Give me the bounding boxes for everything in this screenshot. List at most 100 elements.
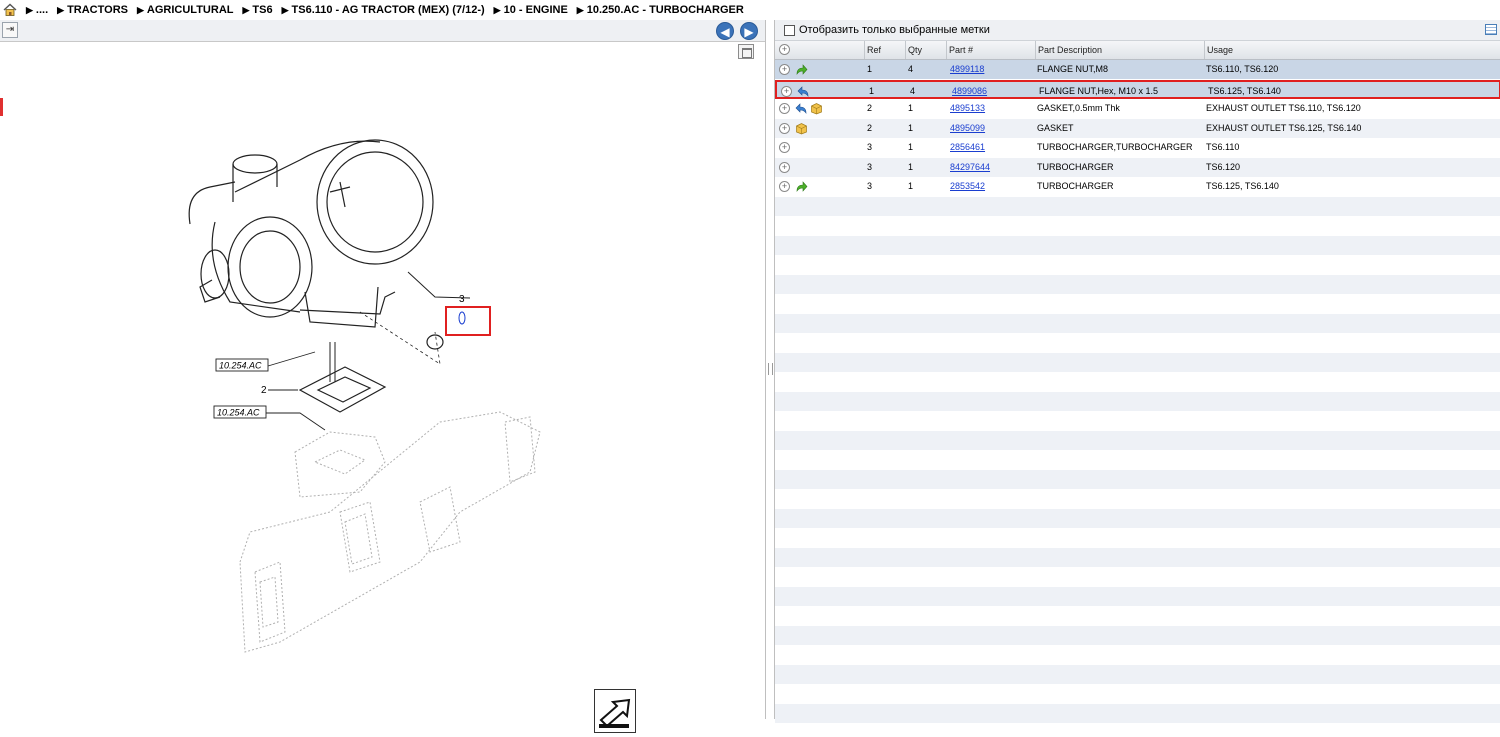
breadcrumb-item-turbocharger[interactable]: ▶ 10.250.AC - TURBOCHARGER xyxy=(577,4,744,16)
table-row[interactable]: +3 1 84297644 TURBOCHARGER TS6.120 xyxy=(775,157,1500,177)
previous-page-button[interactable]: ◀ xyxy=(716,22,734,40)
empty-row xyxy=(775,489,1500,508)
cell-part-number[interactable]: 2853542 xyxy=(950,177,985,196)
column-header-usage[interactable]: Usage xyxy=(1204,41,1233,59)
empty-row xyxy=(775,567,1500,586)
box-icon[interactable] xyxy=(810,102,823,115)
empty-row xyxy=(775,528,1500,547)
expand-row-icon[interactable]: + xyxy=(781,85,792,97)
cell-description: GASKET,0.5mm Thk xyxy=(1037,103,1120,113)
breadcrumb-item-engine[interactable]: ▶ 10 - ENGINE xyxy=(494,4,568,16)
cell-qty: 1 xyxy=(908,103,914,113)
cell-qty: 4 xyxy=(910,85,916,96)
blue-arrow-icon[interactable] xyxy=(795,102,808,115)
expand-row-icon[interactable]: + xyxy=(779,103,790,114)
cell-qty: 1 xyxy=(908,161,914,172)
diagram-panel: ⇥ ◀ ▶ 3 2 10.254.AC 10.254.AC xyxy=(0,20,766,733)
empty-row xyxy=(775,235,1500,255)
expand-row-icon[interactable]: + xyxy=(779,142,790,153)
exhaust-manifold-part xyxy=(239,411,541,653)
diagram-toolbar: ⇥ ◀ ▶ xyxy=(0,20,765,42)
expand-row-icon[interactable]: + xyxy=(779,181,790,192)
cell-qty: 1 xyxy=(908,142,914,152)
cell-usage: EXHAUST OUTLET TS6.110, TS6.120 xyxy=(1206,103,1361,113)
next-page-button[interactable]: ▶ xyxy=(740,22,758,40)
table-row[interactable]: +1 4 4899086 FLANGE NUT,Hex, M10 x 1.5 TS6.1… xyxy=(775,79,1500,101)
breadcrumb: ▶.... ▶ TRACTORS ▶ AGRICULTURAL ▶ TS6 ▶ TS6.… xyxy=(0,0,1500,20)
turbine-housing xyxy=(316,139,434,265)
column-header-part-number[interactable]: Part # xyxy=(946,41,973,59)
empty-row xyxy=(775,333,1500,352)
column-header-description[interactable]: Part Description xyxy=(1035,41,1102,59)
home-icon[interactable] xyxy=(3,3,17,17)
column-header-qty[interactable]: Qty xyxy=(905,41,922,59)
table-row[interactable]: +2 1 4895099 GASKET EXHAUST OUTLET TS6.125, … xyxy=(775,118,1500,138)
callout-highlight-box[interactable] xyxy=(445,306,491,336)
cell-part-number[interactable]: 4899118 xyxy=(950,60,984,79)
empty-row xyxy=(775,391,1500,411)
expand-row-icon[interactable]: + xyxy=(779,161,790,173)
cell-part-number[interactable]: 4895099 xyxy=(950,119,985,138)
expand-row-icon[interactable]: + xyxy=(779,122,790,134)
panel-splitter[interactable] xyxy=(766,20,774,719)
empty-row xyxy=(775,450,1500,469)
cell-usage: TS6.125, TS6.140 xyxy=(1208,85,1281,96)
show-selected-label[interactable]: Отобразить только выбранные метки xyxy=(799,24,990,36)
cell-ref: 3 xyxy=(867,161,873,172)
cell-usage: TS6.120 xyxy=(1206,161,1241,172)
breadcrumb-item-model[interactable]: ▶ TS6.110 - AG TRACTOR (MEX) (7/12-) xyxy=(282,4,485,16)
table-row[interactable]: +1 4 4899118 FLANGE NUT,M8 TS6.110, TS6.120 xyxy=(775,60,1500,79)
empty-row xyxy=(775,625,1500,645)
cell-part-number[interactable]: 4899086 xyxy=(952,82,987,101)
column-header-ref[interactable]: Ref xyxy=(864,41,881,59)
cell-usage: TS6.125, TS6.140 xyxy=(1206,181,1279,191)
table-row[interactable]: +3 1 2856461 TURBOCHARGER,TURBOCHARGER TS6.1… xyxy=(775,138,1500,157)
breadcrumb-item-root[interactable]: ▶.... xyxy=(26,4,48,16)
empty-row xyxy=(775,313,1500,333)
collapse-panel-button[interactable]: ⇥ xyxy=(2,22,18,38)
empty-row xyxy=(775,645,1500,664)
breadcrumb-item-tractors[interactable]: ▶ TRACTORS xyxy=(57,4,128,16)
empty-row xyxy=(775,469,1500,489)
breadcrumb-item-agricultural[interactable]: ▶ AGRICULTURAL xyxy=(137,4,233,16)
grid-view-icon[interactable] xyxy=(1485,24,1497,35)
cell-ref: 1 xyxy=(869,85,875,96)
empty-row xyxy=(775,664,1500,684)
green-arrow-icon[interactable] xyxy=(795,63,808,76)
callout-ref-3[interactable]: 3 xyxy=(459,294,465,305)
export-button[interactable] xyxy=(594,689,636,733)
box-icon[interactable] xyxy=(795,122,808,135)
expand-all-icon[interactable]: + xyxy=(779,44,790,55)
empty-row xyxy=(775,547,1500,567)
callout-ref-2[interactable]: 2 xyxy=(261,385,267,396)
cell-ref: 3 xyxy=(867,181,873,191)
table-row[interactable]: +2 1 4895133 GASKET,0.5mm Thk EXHAUST OUTLET… xyxy=(775,99,1500,118)
cell-part-number[interactable]: 2856461 xyxy=(950,138,985,157)
cell-qty: 1 xyxy=(908,181,914,191)
empty-row xyxy=(775,684,1500,703)
empty-row xyxy=(775,586,1500,606)
cell-usage: TS6.110, TS6.120 xyxy=(1206,64,1279,74)
empty-row xyxy=(775,372,1500,391)
show-selected-checkbox[interactable] xyxy=(784,24,795,36)
callout-ref-10254ac-a[interactable]: 10.254.AC xyxy=(219,361,262,371)
table-row[interactable]: +3 1 2853542 TURBOCHARGER TS6.125, TS6.140 xyxy=(775,177,1500,196)
exploded-parts-diagram[interactable]: 3 2 10.254.AC 10.254.AC xyxy=(0,42,765,719)
filter-bar: Отобразить только выбранные метки xyxy=(775,20,1500,41)
cell-ref: 2 xyxy=(867,122,873,133)
empty-row xyxy=(775,606,1500,625)
empty-row xyxy=(775,352,1500,372)
breadcrumb-item-ts6[interactable]: ▶ TS6 xyxy=(242,4,272,16)
empty-row xyxy=(775,216,1500,235)
callout-ref-10254ac-b[interactable]: 10.254.AC xyxy=(217,408,260,418)
cell-ref: 2 xyxy=(867,103,873,113)
expand-row-icon[interactable]: + xyxy=(779,64,790,75)
empty-row xyxy=(775,411,1500,430)
export-arrow-icon xyxy=(599,698,631,728)
cell-part-number[interactable]: 4895133 xyxy=(950,99,985,118)
cell-description: FLANGE NUT,Hex, M10 x 1.5 xyxy=(1039,85,1159,96)
parts-table-header: + Ref Qty Part # Part Description Usage xyxy=(775,41,1500,60)
green-arrow-icon[interactable] xyxy=(795,180,808,193)
cell-part-number[interactable]: 84297644 xyxy=(950,158,990,177)
blue-arrow-icon[interactable] xyxy=(797,85,810,98)
